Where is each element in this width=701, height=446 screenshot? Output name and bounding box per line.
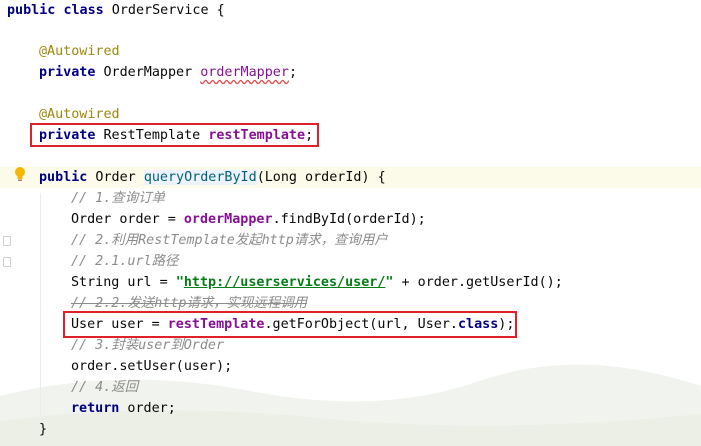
- code-line: return order;: [0, 398, 701, 419]
- method-name[interactable]: queryOrderById: [143, 170, 257, 185]
- annotation: @Autowired: [39, 107, 120, 122]
- code-text: Order order =: [71, 212, 184, 227]
- code-line: public class OrderService {: [0, 0, 701, 21]
- code-text: User user =: [71, 317, 168, 332]
- code-line: Order order = orderMapper.findById(order…: [0, 209, 701, 230]
- code-line: public Order queryOrderById(Long orderId…: [0, 167, 701, 188]
- code-text: + order.getUserId();: [393, 275, 563, 290]
- closing-brace: }: [39, 422, 48, 437]
- code-line: @Autowired: [0, 104, 701, 125]
- comment: // 3.封装user到Order: [71, 338, 225, 353]
- keyword: private: [39, 65, 96, 80]
- code-line: private RestTemplate restTemplate;: [0, 125, 701, 146]
- code-line: order.setUser(user);: [0, 356, 701, 377]
- code-text: order.setUser(user);: [71, 359, 233, 374]
- keyword: return: [71, 401, 120, 416]
- punctuation: );: [498, 317, 515, 332]
- url-link[interactable]: http://userservices/user/: [184, 275, 386, 290]
- field-name[interactable]: restTemplate: [168, 317, 265, 332]
- keyword: class: [63, 3, 104, 18]
- type-name: Order: [87, 170, 144, 185]
- keyword: public: [39, 170, 88, 185]
- code-text: .getForObject(url, User.: [264, 317, 458, 332]
- code-line: String url = "http://userservices/user/"…: [0, 272, 701, 293]
- code-line: // 1.查询订单: [0, 188, 701, 209]
- punctuation: ;: [305, 128, 314, 143]
- code-text: order;: [119, 401, 176, 416]
- code-line: @Autowired: [0, 41, 701, 62]
- keyword: private: [39, 128, 96, 143]
- code-editor[interactable]: public class OrderService { @Autowired p…: [0, 0, 701, 446]
- code-line: // 2.2.发送http请求，实现远程调用: [0, 293, 701, 314]
- lightbulb-icon[interactable]: [14, 166, 26, 182]
- keyword: class: [457, 317, 499, 332]
- comment: // 2.利用RestTemplate发起http请求，查询用户: [71, 233, 388, 248]
- comment: // 2.1.url路径: [71, 254, 179, 269]
- punctuation: ;: [288, 65, 297, 80]
- code-text: .findById(orderId);: [272, 212, 426, 227]
- code-line: // 2.1.url路径: [0, 251, 701, 272]
- field-name[interactable]: restTemplate: [208, 128, 305, 143]
- annotation: @Autowired: [39, 44, 120, 59]
- code-line: }: [0, 419, 701, 440]
- field-name[interactable]: orderMapper: [184, 212, 273, 227]
- code-text: String url =: [71, 275, 176, 290]
- type-name: OrderMapper: [95, 65, 201, 80]
- code-line: User user = restTemplate.getForObject(ur…: [0, 314, 701, 335]
- field-name[interactable]: orderMapper: [200, 65, 289, 80]
- comment: // 4.返回: [71, 380, 139, 395]
- keyword: public: [7, 3, 56, 18]
- code-line: // 3.封装user到Order: [0, 335, 701, 356]
- code-line: private OrderMapper orderMapper;: [0, 62, 701, 83]
- code-line: // 4.返回: [0, 377, 701, 398]
- code-line: // 2.利用RestTemplate发起http请求，查询用户: [0, 230, 701, 251]
- comment: // 2.2.发送http请求，实现远程调用: [71, 296, 307, 311]
- string-quote: ": [175, 275, 184, 290]
- method-params: (Long orderId) {: [256, 170, 386, 185]
- class-name: OrderService {: [103, 3, 225, 18]
- comment: // 1.查询订单: [71, 191, 165, 206]
- type-name: RestTemplate: [95, 128, 209, 143]
